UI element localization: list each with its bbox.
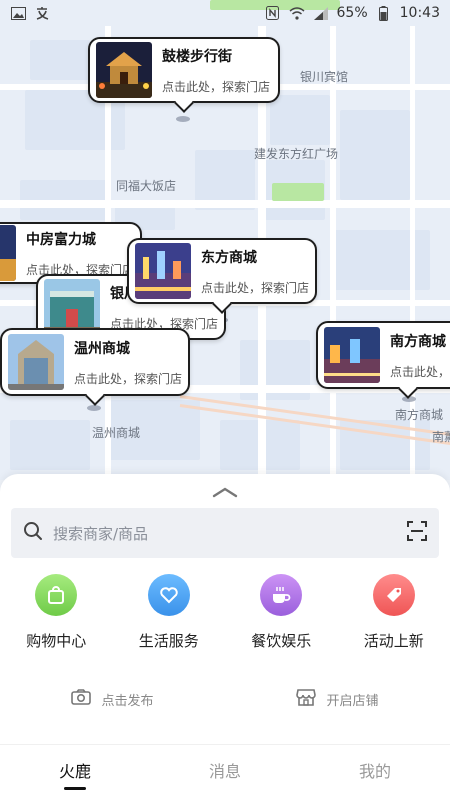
store-thumbnail [96, 42, 152, 98]
map-pin [176, 116, 190, 122]
category-label: 购物中心 [26, 632, 87, 650]
tab-profile[interactable]: 我的 [325, 758, 425, 788]
search-input[interactable]: 搜索商家/商品 [53, 523, 407, 544]
map-label: 建发东方红广场 [254, 147, 339, 161]
clock: 10:43 [399, 5, 440, 21]
map-label: 同福大饭店 [116, 179, 177, 193]
store-callout-dongfang[interactable]: 东方商城 点击此处，探索门店 [127, 238, 317, 314]
store-hint: 点击此处，探索门店 [74, 371, 183, 386]
category-label: 活动上新 [363, 632, 424, 650]
store-thumbnail [0, 225, 16, 281]
store-thumbnail [44, 279, 100, 335]
store-hint: 点击此处，探索门店 [162, 79, 271, 94]
gallery-icon [10, 5, 26, 21]
coffee-cup-icon [260, 574, 303, 616]
heart-icon [147, 574, 190, 616]
battery-icon [376, 5, 392, 21]
store-callout-nanfang[interactable]: 南方商城 点击此处，探 [316, 321, 450, 399]
category-label: 餐饮娱乐 [251, 632, 312, 650]
camera-icon [71, 689, 92, 709]
tab-home[interactable]: 火鹿 [25, 758, 125, 788]
category-dining[interactable]: 餐饮娱乐 [231, 574, 331, 651]
chevron-up-icon[interactable] [212, 484, 238, 498]
store-thumbnail [135, 243, 191, 299]
open-store-button[interactable]: 开启店铺 [296, 688, 379, 710]
store-name: 鼓楼步行街 [162, 48, 232, 65]
battery-percent: 65% [336, 5, 368, 21]
store-icon [296, 688, 317, 710]
callout-tail [85, 386, 105, 406]
map-label: 温州商城 [92, 426, 141, 440]
store-name: 南方商城 [390, 333, 446, 350]
category-events[interactable]: 活动上新 [344, 574, 444, 651]
bottom-sheet: 搜索商家/商品 购物中心 生活服务 餐饮娱乐 活动上新 点击发布 开启店铺 [0, 474, 450, 744]
signal-icon [313, 5, 329, 21]
category-shopping[interactable]: 购物中心 [6, 574, 106, 651]
category-label: 生活服务 [138, 632, 199, 650]
scan-icon[interactable] [407, 521, 427, 545]
store-thumbnail [324, 327, 380, 383]
map-label: 银川宾馆 [300, 70, 349, 84]
tag-icon [372, 574, 415, 616]
store-name: 温州商城 [74, 340, 130, 357]
category-life-service[interactable]: 生活服务 [119, 574, 219, 651]
store-callout-wenzhou[interactable]: 温州商城 点击此处，探索门店 [0, 328, 190, 406]
store-thumbnail [8, 334, 64, 390]
store-name: 中房富力城 [26, 231, 96, 248]
translate-icon [34, 5, 50, 21]
tab-messages[interactable]: 消息 [175, 758, 275, 788]
publish-label: 点击发布 [101, 693, 154, 709]
search-icon [23, 521, 43, 545]
map-label: 南方商城 [395, 408, 444, 422]
store-name: 东方商城 [201, 249, 257, 266]
status-bar: 65% 10:43 [0, 0, 450, 26]
store-hint: 点击此处，探 [390, 364, 450, 379]
map-label: 南薰 [432, 430, 450, 444]
open-store-label: 开启店铺 [326, 693, 379, 709]
bottom-nav: 火鹿 消息 我的 [0, 744, 450, 800]
store-callout-gulou[interactable]: 鼓楼步行街 点击此处，探索门店 [88, 37, 280, 113]
shopping-bag-icon [35, 574, 78, 616]
map-view[interactable]: 银川宾馆 建发东方红广场 同福大饭店 温州商城 南方商城 南薰 鼓楼步行街 点击… [0, 0, 450, 480]
search-bar[interactable]: 搜索商家/商品 [11, 508, 439, 558]
store-hint: 点击此处，探索门店 [201, 280, 310, 295]
nfc-icon [265, 5, 281, 21]
callout-tail [174, 93, 194, 113]
wifi-icon [289, 5, 305, 21]
publish-button[interactable]: 点击发布 [71, 688, 154, 710]
